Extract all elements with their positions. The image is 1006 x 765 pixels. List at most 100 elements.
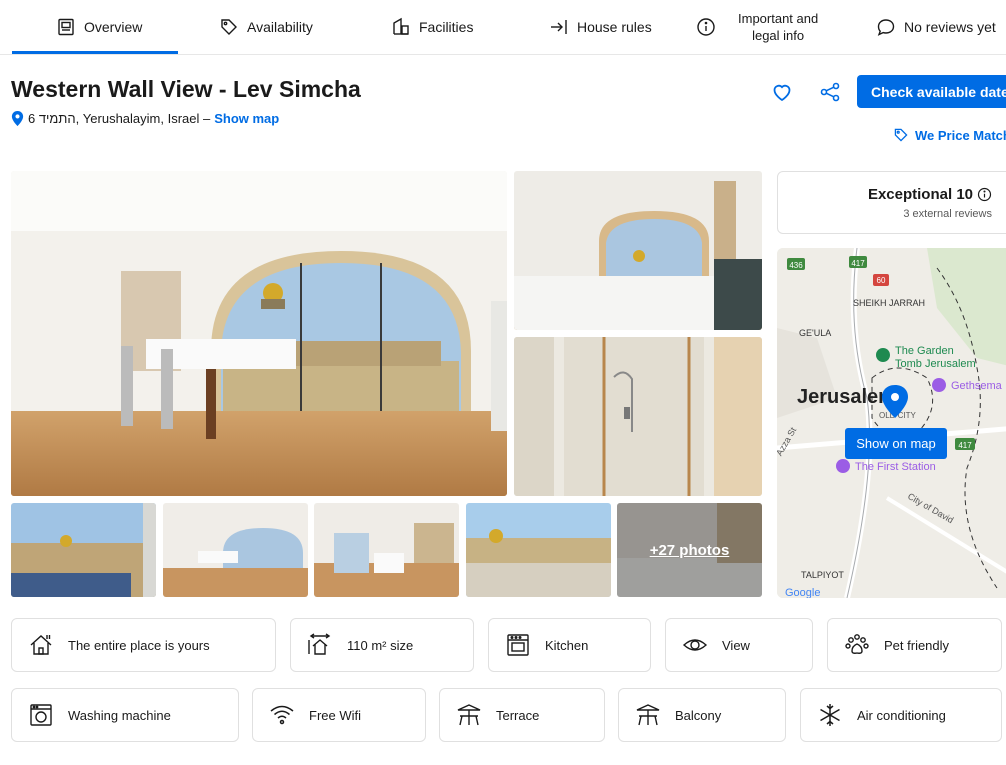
facility-pets: Pet friendly <box>827 618 1002 672</box>
show-map-link[interactable]: Show map <box>214 111 279 126</box>
facility-washer: Washing machine <box>11 688 239 742</box>
facility-aircon-label: Air conditioning <box>857 707 946 723</box>
review-score-label: Exceptional 10 <box>867 186 973 203</box>
tab-facilities-label: Facilities <box>419 19 474 35</box>
address-text: 6 התמיד, Yerushalayim, Israel – <box>28 111 211 126</box>
thumbnail-2-image <box>163 503 308 597</box>
tab-legal-info[interactable]: Important and legal info <box>696 0 818 54</box>
info-icon[interactable] <box>977 187 992 202</box>
thumbnail-3[interactable] <box>314 503 459 597</box>
facility-wifi-label: Free Wifi <box>309 707 361 723</box>
tab-facilities[interactable]: Facilities <box>391 0 473 54</box>
facility-size: 110 m² size <box>290 618 474 672</box>
tag-icon <box>894 128 908 142</box>
tab-availability-label: Availability <box>247 19 313 35</box>
facility-pets-label: Pet friendly <box>884 637 950 653</box>
facilities-icon <box>393 17 409 35</box>
living-room-photo <box>11 171 507 496</box>
balcony-icon <box>636 704 660 726</box>
tab-overview[interactable]: Overview <box>56 0 142 54</box>
speech-bubble-icon <box>877 19 895 36</box>
show-on-map-button[interactable]: Show on map <box>845 428 947 459</box>
price-match-label: We Price Match <box>915 127 1006 143</box>
shower-image <box>514 337 762 496</box>
house-icon <box>30 635 52 655</box>
review-score-card[interactable]: Exceptional 10 3 external reviews <box>777 171 1006 234</box>
map-label-jerusalem: Jerusalem <box>797 386 896 408</box>
tab-reviews-label: No reviews yet <box>904 19 996 35</box>
road-417a-label: 417 <box>851 259 865 268</box>
tab-reviews[interactable]: No reviews yet <box>876 0 996 54</box>
road-436-label: 436 <box>789 261 803 270</box>
info-icon <box>697 18 715 36</box>
facility-balcony: Balcony <box>618 688 786 742</box>
tag-icon <box>221 19 237 35</box>
more-photos-label: +27 photos <box>617 503 762 597</box>
facility-entire-place: The entire place is yours <box>11 618 276 672</box>
more-photos-thumbnail[interactable]: +27 photos <box>617 503 762 597</box>
legal-line-1: Important and <box>738 11 819 26</box>
floor-size-icon <box>308 633 331 655</box>
facility-terrace: Terrace <box>439 688 605 742</box>
facility-view: View <box>665 618 813 672</box>
tab-availability[interactable]: Availability <box>219 0 313 54</box>
bedroom-image <box>514 171 762 330</box>
map-label-first-station: The First Station <box>855 461 936 473</box>
map-label-talpiyot: TALPIYOT <box>801 570 844 580</box>
washing-machine-icon <box>30 704 52 726</box>
facility-size-label: 110 m² size <box>347 637 414 653</box>
facility-view-label: View <box>722 637 750 653</box>
thumbnail-3-image <box>314 503 459 597</box>
thumbnail-2[interactable] <box>163 503 308 597</box>
map-label-gethsemane: Gethsema <box>951 380 1003 392</box>
tab-house-rules[interactable]: House rules <box>549 0 652 54</box>
facility-aircon: Air conditioning <box>800 688 1002 742</box>
tab-overview-label: Overview <box>84 19 143 35</box>
heart-icon[interactable] <box>770 80 794 104</box>
facility-wifi: Free Wifi <box>252 688 426 742</box>
snowflake-icon <box>820 704 840 726</box>
legal-line-2: legal info <box>752 28 805 43</box>
review-score-title: Exceptional 10 <box>868 186 992 203</box>
facility-kitchen-label: Kitchen <box>545 637 589 653</box>
thumbnail-1[interactable] <box>11 503 156 597</box>
map-canvas: 436 417 60 417 SHEIKH JARRAH GE'ULA The … <box>777 248 1006 598</box>
facility-entire-place-label: The entire place is yours <box>68 637 210 653</box>
location-pin-icon <box>11 111 24 126</box>
paw-icon <box>845 634 869 654</box>
facility-balcony-label: Balcony <box>675 707 722 723</box>
location-map[interactable]: 436 417 60 417 SHEIKH JARRAH GE'ULA The … <box>777 248 1006 598</box>
shower-photo[interactable] <box>514 337 762 496</box>
facility-terrace-label: Terrace <box>496 707 540 723</box>
facility-washer-label: Washing machine <box>68 707 171 723</box>
wifi-icon <box>270 705 294 725</box>
terrace-icon <box>457 704 481 726</box>
map-label-geula: GE'ULA <box>799 328 831 338</box>
eye-icon <box>682 639 708 651</box>
map-label-garden-tomb: Tomb Jerusalem <box>895 358 976 370</box>
property-address: 6 התמיד, Yerushalayim, Israel – Show map <box>11 111 279 126</box>
active-tab-indicator <box>12 51 178 54</box>
google-logo: Google <box>785 587 820 598</box>
overview-icon <box>58 18 74 36</box>
check-available-dates-button[interactable]: Check available dates <box>857 75 1006 108</box>
map-label-garden: The Garden <box>895 345 954 357</box>
thumbnail-4-image <box>466 503 611 597</box>
map-label-sheikh-jarrah: SHEIKH JARRAH <box>853 298 925 308</box>
main-photo[interactable] <box>11 171 507 496</box>
bedroom-photo[interactable] <box>514 171 762 330</box>
road-60-label: 60 <box>877 276 886 285</box>
arrow-right-bar-icon <box>551 20 567 34</box>
road-417b-label: 417 <box>958 441 972 450</box>
thumbnail-1-image <box>11 503 156 597</box>
section-nav: Overview Availability Facilities House r… <box>0 0 1006 55</box>
share-icon[interactable] <box>818 80 842 104</box>
price-match-link[interactable]: We Price Match <box>893 127 1006 143</box>
thumbnail-4[interactable] <box>466 503 611 597</box>
tab-house-rules-label: House rules <box>577 19 652 35</box>
tab-legal-label: Important and legal info <box>738 10 818 44</box>
facility-kitchen: Kitchen <box>488 618 651 672</box>
property-title: Western Wall View - Lev Simcha <box>11 76 361 102</box>
review-score-subtitle: 3 external reviews <box>903 208 992 220</box>
oven-icon <box>507 634 529 656</box>
